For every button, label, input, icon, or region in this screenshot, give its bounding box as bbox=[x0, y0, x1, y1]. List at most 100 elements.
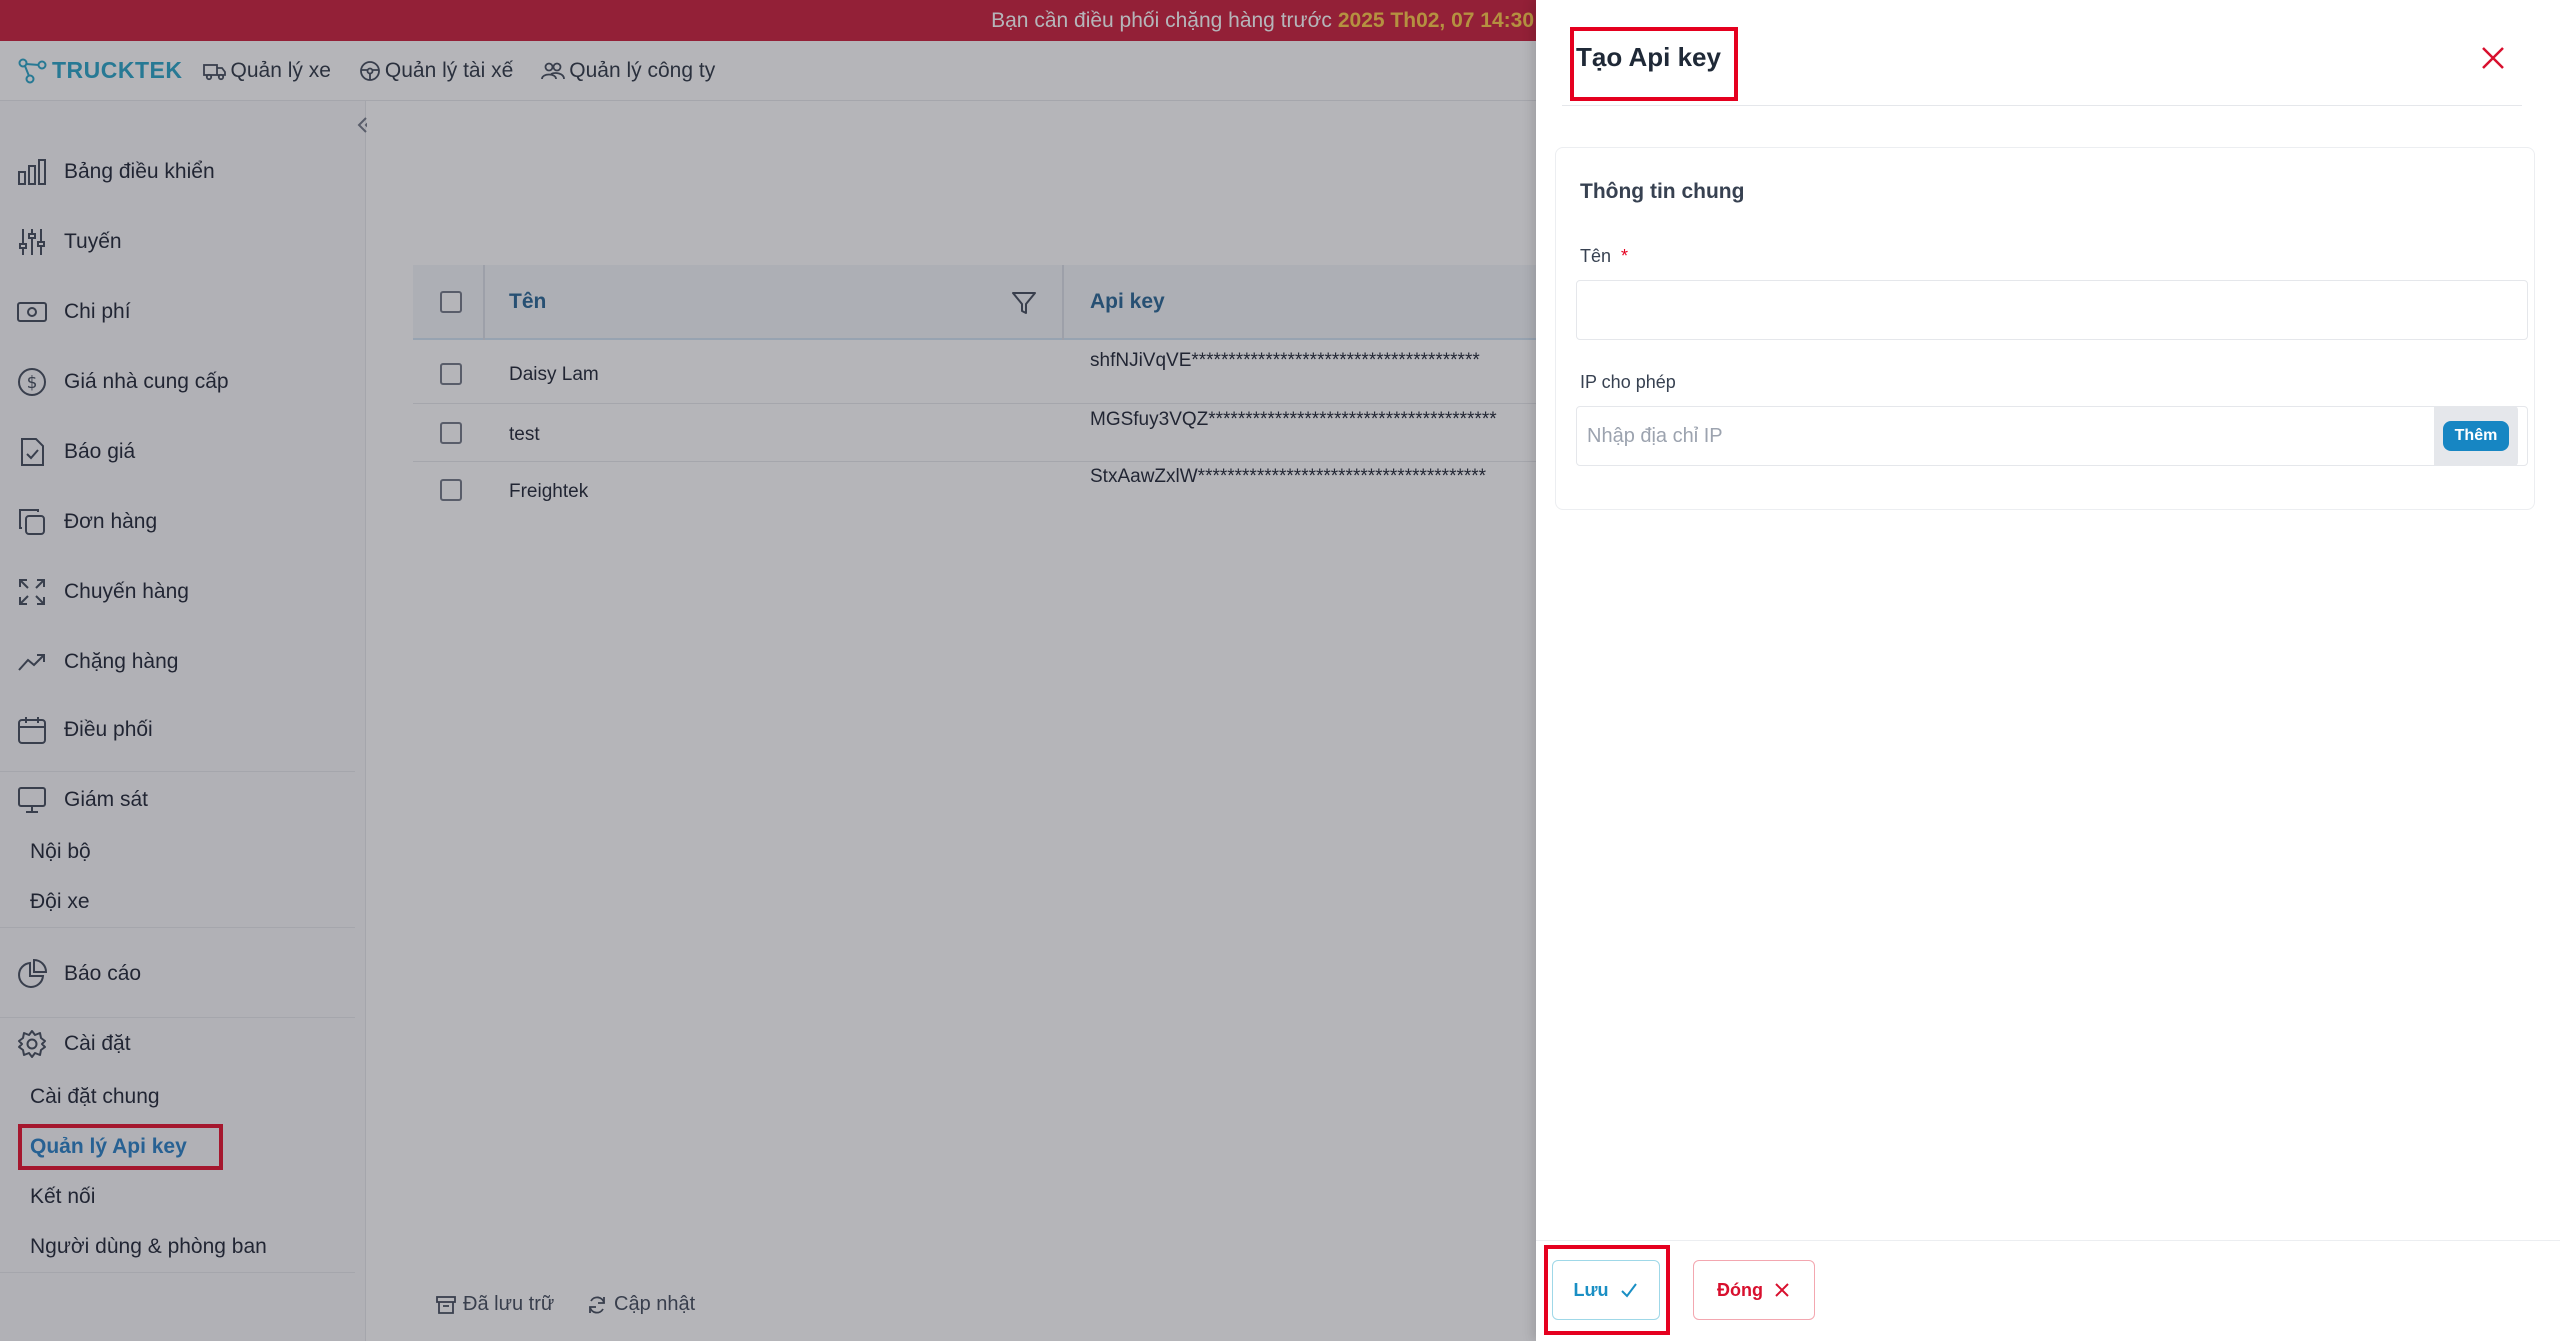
sidebar-item-settings[interactable]: Cài đặt bbox=[16, 1028, 131, 1060]
sidebar-item-label: Chặng hàng bbox=[64, 650, 179, 673]
sidebar-item-costs[interactable]: Chi phí bbox=[16, 296, 131, 328]
money-icon bbox=[17, 302, 47, 322]
refresh-label: Cập nhật bbox=[614, 1293, 696, 1315]
svg-text:$: $ bbox=[27, 373, 38, 393]
sidebar-item-label: Chuyến hàng bbox=[64, 580, 189, 603]
close-label: Đóng bbox=[1717, 1279, 1763, 1300]
sidebar-subitem-internal[interactable]: Nội bộ bbox=[30, 840, 91, 864]
archived-label: Đã lưu trữ bbox=[463, 1293, 555, 1315]
sidebar-divider bbox=[0, 771, 355, 772]
ip-input[interactable] bbox=[1576, 406, 2528, 466]
name-field-label: Tên * bbox=[1580, 246, 1628, 267]
nav-vehicles-label: Quản lý xe bbox=[230, 58, 331, 82]
row-api-key: MGSfuy3VQZ******************************… bbox=[1090, 409, 1497, 430]
sidebar-item-label: Tuyến bbox=[64, 230, 122, 253]
sidebar-item-dashboard[interactable]: Bảng điều khiển bbox=[16, 156, 215, 188]
sidebar-item-dispatch[interactable]: Điều phối bbox=[16, 714, 153, 746]
column-divider bbox=[1062, 265, 1064, 340]
add-ip-addon: Thêm bbox=[2434, 406, 2518, 466]
nav-drivers-label: Quản lý tài xế bbox=[384, 58, 514, 82]
select-all-checkbox[interactable] bbox=[440, 291, 462, 313]
column-header-name[interactable]: Tên bbox=[509, 290, 546, 314]
name-input[interactable] bbox=[1576, 280, 2528, 340]
close-x-icon bbox=[1775, 1283, 1789, 1297]
bar-chart-icon bbox=[18, 159, 46, 185]
table-header: Tên Api key bbox=[413, 265, 1536, 340]
nav-companies-label: Quản lý công ty bbox=[569, 58, 716, 82]
refresh-button[interactable]: Cập nhật bbox=[586, 1293, 695, 1316]
required-marker: * bbox=[1621, 246, 1629, 266]
pie-chart-icon bbox=[18, 958, 48, 988]
drawer-divider bbox=[1562, 105, 2522, 106]
row-checkbox[interactable] bbox=[440, 363, 462, 385]
row-checkbox[interactable] bbox=[440, 422, 462, 444]
add-ip-button[interactable]: Thêm bbox=[2442, 421, 2510, 451]
sidebar-item-label: Bảng điều khiển bbox=[64, 160, 215, 183]
sidebar-item-label: Đơn hàng bbox=[64, 510, 158, 533]
sidebar-item-label: Chi phí bbox=[64, 300, 131, 323]
close-button[interactable]: Đóng bbox=[1693, 1260, 1815, 1320]
sidebar-divider bbox=[0, 1272, 355, 1273]
sidebar-divider bbox=[0, 927, 355, 928]
archive-icon bbox=[436, 1295, 456, 1314]
highlight-api-keys-menu bbox=[18, 1124, 223, 1170]
name-label-text: Tên bbox=[1580, 246, 1612, 266]
sidebar-item-legs[interactable]: Chặng hàng bbox=[16, 646, 178, 678]
nav-drivers[interactable]: Quản lý tài xế bbox=[359, 59, 513, 83]
sidebar-divider bbox=[0, 1017, 355, 1018]
expand-icon bbox=[19, 579, 45, 605]
sidebar-item-label: Giám sát bbox=[64, 788, 149, 811]
filter-icon[interactable] bbox=[1010, 289, 1038, 317]
sidebar-item-supplier-prices[interactable]: $ Giá nhà cung cấp bbox=[16, 366, 229, 398]
logo[interactable]: TRUCKTEK bbox=[18, 57, 183, 85]
row-checkbox[interactable] bbox=[440, 479, 462, 501]
sidebar-subitem-connections[interactable]: Kết nối bbox=[30, 1185, 95, 1209]
ip-field-label: IP cho phép bbox=[1580, 372, 1676, 392]
trend-up-icon bbox=[18, 654, 45, 671]
row-api-key: shfNJiVqVE******************************… bbox=[1090, 350, 1480, 371]
sidebar-item-quotes[interactable]: Báo giá bbox=[16, 436, 135, 468]
row-name: test bbox=[509, 424, 540, 445]
sidebar-item-label: Báo giá bbox=[64, 440, 136, 463]
users-icon bbox=[541, 62, 566, 79]
section-title: Thông tin chung bbox=[1580, 180, 1745, 203]
archived-button[interactable]: Đã lưu trữ bbox=[435, 1293, 554, 1316]
app: Bạn cần điều phối chặng hàng trước 2025 … bbox=[0, 0, 2560, 1341]
monitor-icon bbox=[18, 787, 46, 813]
refresh-icon bbox=[589, 1296, 605, 1313]
sidebar-subitem-fleet[interactable]: Đội xe bbox=[30, 890, 90, 914]
nav-vehicles[interactable]: Quản lý xe bbox=[202, 58, 331, 83]
copy-icon bbox=[19, 509, 45, 535]
truck-icon bbox=[202, 63, 226, 80]
highlight-save-button bbox=[1544, 1245, 1670, 1335]
steering-wheel-icon bbox=[359, 60, 380, 81]
sidebar-item-label: Cài đặt bbox=[64, 1032, 131, 1055]
row-divider bbox=[413, 403, 1536, 404]
sidebar-subitem-general-settings[interactable]: Cài đặt chung bbox=[30, 1085, 160, 1109]
row-name: Daisy Lam bbox=[509, 364, 599, 385]
sliders-icon bbox=[19, 229, 45, 255]
row-name: Freightek bbox=[509, 481, 589, 502]
alert-banner: Bạn cần điều phối chặng hàng trước 2025 … bbox=[0, 0, 1536, 41]
row-divider bbox=[413, 461, 1536, 462]
gear-icon bbox=[18, 1030, 46, 1058]
create-api-key-drawer: Tạo Api key Thông tin chung Tên * IP cho … bbox=[1536, 0, 2560, 1341]
sidebar-item-shipments[interactable]: Chuyến hàng bbox=[16, 576, 189, 608]
logo-icon bbox=[18, 58, 47, 83]
sidebar-item-routes[interactable]: Tuyến bbox=[16, 226, 122, 258]
column-header-api-key[interactable]: Api key bbox=[1090, 290, 1165, 314]
sidebar-item-label: Điều phối bbox=[64, 718, 153, 741]
sidebar-item-reports[interactable]: Báo cáo bbox=[16, 958, 141, 990]
column-divider bbox=[483, 265, 485, 340]
sidebar-item-orders[interactable]: Đơn hàng bbox=[16, 506, 157, 538]
sidebar-item-monitoring[interactable]: Giám sát bbox=[16, 784, 148, 816]
row-api-key: StxAawZxlW******************************… bbox=[1090, 466, 1487, 487]
sidebar-item-label: Giá nhà cung cấp bbox=[64, 370, 229, 393]
close-icon[interactable] bbox=[2479, 44, 2507, 72]
alert-banner-text: Bạn cần điều phối chặng hàng trước bbox=[991, 8, 1332, 32]
top-navigation: TRUCKTEK Quản lý xe Quản lý tài xế Quản … bbox=[0, 41, 1536, 101]
alert-banner-deadline: 2025 Th02, 07 14:30 bbox=[1337, 8, 1534, 32]
sidebar-subitem-users-departments[interactable]: Người dùng & phòng ban bbox=[30, 1235, 267, 1259]
nav-companies[interactable]: Quản lý công ty bbox=[541, 59, 715, 83]
dollar-circle-icon: $ bbox=[18, 368, 46, 396]
